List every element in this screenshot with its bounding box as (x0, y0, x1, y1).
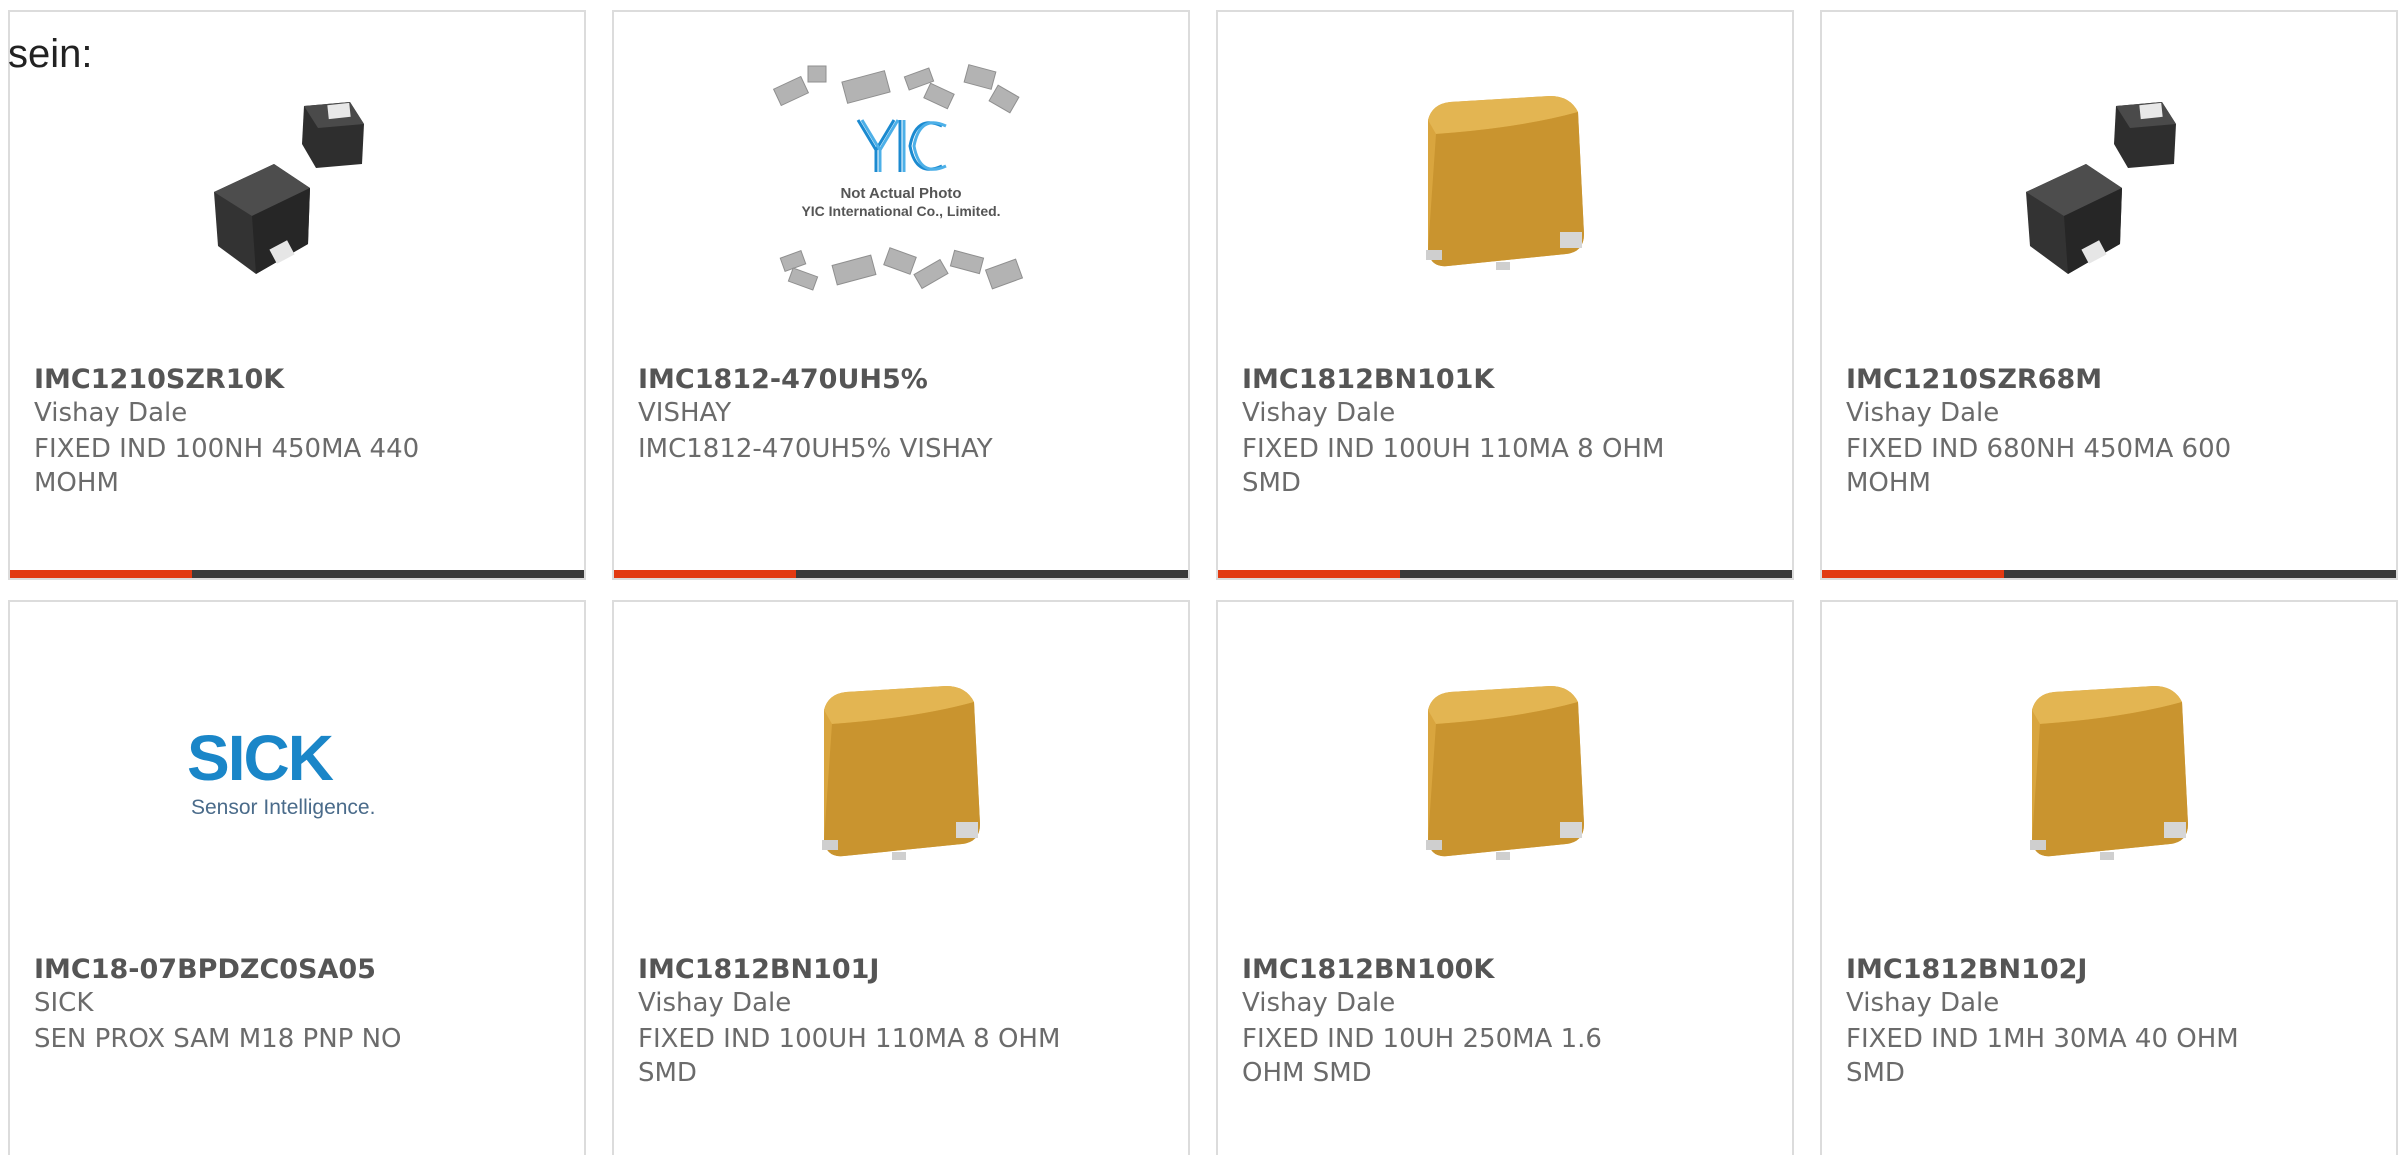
product-description: FIXED IND 680NH 450MA 600 MOHM (1846, 434, 2232, 498)
product-manufacturer: Vishay Dale (1242, 988, 1396, 1018)
inductor-photo (2026, 102, 2176, 274)
product-image[interactable]: Not Actual Photo YIC International Co., L… (772, 64, 1024, 294)
product-image[interactable] (2004, 674, 2214, 884)
product-image[interactable] (2004, 84, 2214, 294)
product-description: FIXED IND 10UH 250MA 1.6 OHM SMD (1242, 1024, 1602, 1088)
placeholder-caption: Not Actual Photo (840, 185, 961, 202)
product-part-number[interactable]: IMC1210SZR68M (1846, 364, 2102, 395)
inductor-photo (1426, 686, 1584, 860)
product-description: IMC1812-470UH5% VISHAY (638, 434, 993, 464)
sick-brand-text: SICK (187, 722, 334, 794)
card-bottom-bar (10, 570, 584, 578)
product-card[interactable]: IMC1812BN100K Vishay Dale FIXED IND 10UH… (1216, 600, 1794, 1155)
product-manufacturer: SICK (34, 988, 94, 1018)
product-card[interactable]: IMC1210SZR10K Vishay Dale FIXED IND 100N… (8, 10, 586, 580)
product-image[interactable] (1400, 84, 1610, 294)
inductor-photo (822, 686, 980, 860)
product-manufacturer: Vishay Dale (1242, 398, 1396, 428)
product-part-number[interactable]: IMC1812BN102J (1846, 954, 2087, 985)
product-image[interactable] (1400, 674, 1610, 884)
product-description: FIXED IND 1MH 30MA 40 OHM SMD (1846, 1024, 2239, 1088)
product-image[interactable] (192, 84, 402, 294)
sick-logo: SICKSensor Intelligence. (187, 722, 375, 819)
card-bottom-bar (1218, 570, 1792, 578)
product-image[interactable]: SICK Sensor Intelligence. (187, 674, 402, 884)
product-manufacturer: Vishay Dale (34, 398, 188, 428)
product-card[interactable]: SICK Sensor Intelligence. IMC18-07BPDZC0S… (8, 600, 586, 1155)
product-image[interactable] (796, 674, 1006, 884)
intro-text: sein: (8, 32, 93, 76)
product-card[interactable]: IMC1812BN101J Vishay Dale FIXED IND 100U… (612, 600, 1190, 1155)
product-manufacturer: Vishay Dale (1846, 398, 2000, 428)
placeholder-company: YIC International Co., Limited. (801, 203, 1000, 219)
inductor-photo (1426, 96, 1584, 270)
product-part-number[interactable]: IMC1812BN101K (1242, 364, 1494, 395)
card-bottom-bar (1822, 570, 2396, 578)
product-card[interactable]: Not Actual Photo YIC International Co., L… (612, 10, 1190, 580)
sick-tagline: Sensor Intelligence. (191, 796, 375, 819)
product-manufacturer: VISHAY (638, 398, 732, 428)
product-card[interactable]: IMC1210SZR68M Vishay Dale FIXED IND 680N… (1820, 10, 2398, 580)
product-manufacturer: Vishay Dale (1846, 988, 2000, 1018)
card-accent-bar (1218, 570, 1400, 578)
card-bottom-bar (614, 570, 1188, 578)
product-part-number[interactable]: IMC18-07BPDZC0SA05 (34, 954, 376, 985)
yic-logo (856, 119, 947, 172)
product-description: FIXED IND 100NH 450MA 440 MOHM (34, 434, 420, 498)
product-card[interactable]: IMC1812BN102J Vishay Dale FIXED IND 1MH … (1820, 600, 2398, 1155)
card-accent-bar (10, 570, 192, 578)
product-part-number[interactable]: IMC1812BN101J (638, 954, 879, 985)
product-grid: sein: IMC1210SZR10K Vishay Dale FIXED IN… (0, 0, 2400, 1155)
product-description: SEN PROX SAM M18 PNP NO (34, 1024, 402, 1054)
card-accent-bar (614, 570, 796, 578)
product-card[interactable]: IMC1812BN101K Vishay Dale FIXED IND 100U… (1216, 10, 1794, 580)
product-description: FIXED IND 100UH 110MA 8 OHM SMD (1242, 434, 1665, 498)
product-part-number[interactable]: IMC1812-470UH5% (638, 364, 928, 395)
product-part-number[interactable]: IMC1812BN100K (1242, 954, 1494, 985)
product-description: FIXED IND 100UH 110MA 8 OHM SMD (638, 1024, 1061, 1088)
inductor-photo (214, 102, 364, 274)
card-accent-bar (1822, 570, 2004, 578)
yic-placeholder-image: Not Actual PhotoYIC International Co., L… (772, 64, 1024, 291)
product-manufacturer: Vishay Dale (638, 988, 792, 1018)
product-part-number[interactable]: IMC1210SZR10K (34, 364, 284, 395)
inductor-photo (2030, 686, 2188, 860)
